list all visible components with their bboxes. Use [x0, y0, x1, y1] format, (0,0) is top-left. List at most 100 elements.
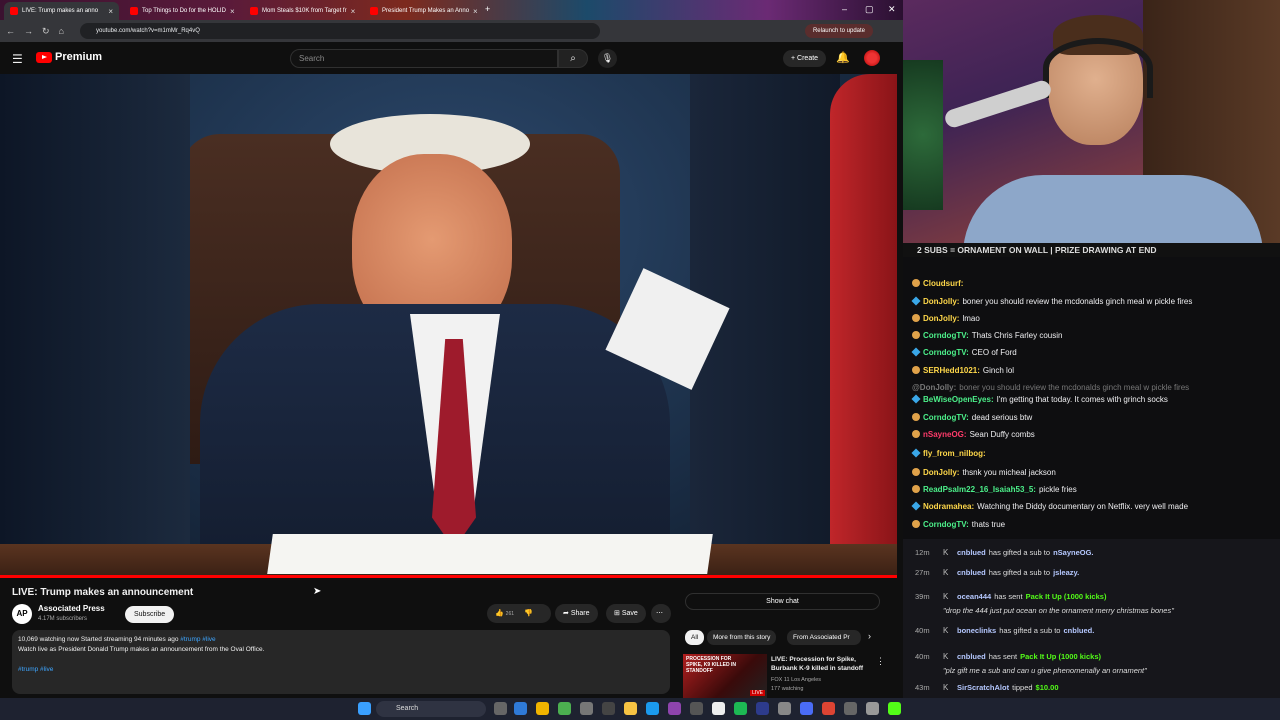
url-field[interactable]: youtube.com/watch?v=m1mMr_Rq4vQ [80, 23, 600, 39]
chip-next-icon[interactable]: › [868, 631, 871, 641]
chat-username[interactable]: ReadPsalm22_16_Isaiah53_5: [923, 485, 1036, 494]
app-icon-7[interactable] [712, 702, 725, 715]
chrome-icon[interactable] [536, 702, 549, 715]
back-icon[interactable]: ← [6, 26, 15, 36]
video-player[interactable] [0, 74, 897, 577]
close-tab-icon[interactable]: × [108, 7, 113, 16]
chip-from-associated-press[interactable]: From Associated Pr [787, 630, 861, 645]
share-label: Share [570, 610, 590, 617]
chat-username[interactable]: fly_from_nilbog: [923, 449, 986, 458]
share-button[interactable]: ➦ Share [555, 604, 598, 623]
chat-text: I'm getting that today. It comes with gr… [996, 395, 1168, 404]
recommendation-more-icon[interactable]: ⋮ [876, 656, 885, 667]
youtube-logo[interactable]: Premium [36, 51, 102, 63]
chat-username[interactable]: DonJolly: [923, 314, 959, 323]
event-username[interactable]: cnblued [957, 548, 986, 557]
video-progress-bar[interactable] [0, 575, 897, 578]
subscriber-count: 4.17M subscribers [38, 616, 88, 622]
video-description[interactable]: 10,069 watching now Started streaming 94… [12, 630, 670, 694]
description-tags[interactable]: #trump #live [18, 665, 664, 675]
event-username[interactable]: ocean444 [957, 592, 991, 601]
mouse-cursor-icon: ➤ [313, 586, 322, 597]
description-stats-tags[interactable]: #trump #live [180, 636, 215, 643]
event-username[interactable]: cnblued [957, 568, 986, 577]
chat-username[interactable]: CorndogTV: [923, 413, 969, 422]
chat-username[interactable]: SERHedd1021: [923, 366, 980, 375]
maximize-icon[interactable]: ▢ [865, 4, 874, 15]
dislike-icon[interactable]: 👎 [524, 610, 533, 617]
channel-name[interactable]: Associated Press [38, 604, 105, 613]
recommendation-channel[interactable]: FOX 11 Los Angeles [771, 677, 821, 683]
browser-tab-3[interactable]: Mom Steals $10K from Target fr × [244, 2, 359, 20]
app-icon-6[interactable] [690, 702, 703, 715]
microphone-icon[interactable]: 🎙 [598, 49, 617, 68]
subscribe-button[interactable]: Subscribe [125, 606, 175, 623]
spotify-icon[interactable] [734, 702, 747, 715]
event-username[interactable]: SirScratchAlot [957, 683, 1009, 692]
app-icon-4[interactable] [646, 702, 659, 715]
app-icon-8[interactable] [756, 702, 769, 715]
channel-avatar[interactable]: AP [12, 604, 32, 624]
file-explorer-icon[interactable] [624, 702, 637, 715]
chip-all[interactable]: All [685, 630, 705, 645]
start-icon[interactable] [358, 702, 371, 715]
app-icon-9[interactable] [778, 702, 791, 715]
forward-icon[interactable]: → [24, 26, 33, 36]
search-input[interactable]: Search [290, 49, 558, 68]
chat-username[interactable]: Cloudsurf: [923, 279, 963, 288]
chip-more-from-story[interactable]: More from this story [707, 630, 777, 645]
menu-icon[interactable]: ☰ [12, 52, 23, 66]
reload-icon[interactable]: ↻ [42, 26, 50, 37]
chat-username[interactable]: DonJolly: [923, 297, 959, 306]
app-icon-5[interactable] [668, 702, 681, 715]
recommendation-thumbnail[interactable]: PROCESSION FOR SPIKE, K9 KILLED IN STAND… [683, 654, 767, 698]
chat-username[interactable]: CorndogTV: [923, 348, 969, 357]
avatar[interactable] [864, 50, 880, 66]
app-icon-3[interactable] [602, 702, 615, 715]
chat-username[interactable]: DonJolly: [923, 468, 959, 477]
event-action: tipped [1012, 683, 1033, 692]
new-tab-icon[interactable]: + [485, 4, 490, 14]
app-icon-10[interactable] [800, 702, 813, 715]
chat-username[interactable]: nSayneOG: [923, 430, 967, 439]
kick-icon[interactable] [888, 702, 901, 715]
close-tab-icon[interactable]: × [351, 7, 356, 16]
show-chat-button[interactable]: Show chat [685, 593, 880, 610]
chat-text: Sean Duffy combs [969, 430, 1035, 439]
edge-icon[interactable] [514, 702, 527, 715]
task-view-icon[interactable] [494, 702, 507, 715]
more-actions-icon[interactable]: ⋯ [651, 604, 671, 623]
chat-username[interactable]: CorndogTV: [923, 520, 969, 529]
chat-username[interactable]: CorndogTV: [923, 331, 969, 340]
browser-tab-4[interactable]: President Trump Makes an Anno × [364, 2, 479, 20]
close-tab-icon[interactable]: × [230, 7, 235, 16]
chat-message: DonJolly: thsnk you micheal jackson [912, 468, 1056, 477]
recommendation-title[interactable]: LIVE: Procession for Spike, Burbank K-9 … [771, 655, 871, 673]
event-username[interactable]: cnblued [957, 652, 986, 661]
app-icon-1[interactable] [558, 702, 571, 715]
close-tab-icon[interactable]: × [473, 7, 478, 16]
create-button[interactable]: + Create [783, 50, 827, 67]
app-icon-12[interactable] [844, 702, 857, 715]
chat-username[interactable]: @DonJolly: [912, 383, 956, 392]
app-icon-2[interactable] [580, 702, 593, 715]
notifications-bell-icon[interactable]: 🔔 [836, 51, 850, 64]
close-window-icon[interactable]: ✕ [888, 4, 896, 15]
app-icon-13[interactable] [866, 702, 879, 715]
event-time: 43m [915, 683, 930, 692]
relaunch-button[interactable]: Relaunch to update [804, 24, 873, 38]
taskbar-search[interactable]: Search [376, 701, 486, 717]
chat-username[interactable]: BeWiseOpenEyes: [923, 395, 994, 404]
browser-tab-2[interactable]: Top Things to Do for the HOLID × [124, 2, 239, 20]
home-icon[interactable]: ⌂ [59, 26, 64, 36]
like-icon[interactable]: 👍 [495, 610, 504, 617]
browser-tab-1[interactable]: LIVE: Trump makes an anno × [4, 2, 119, 20]
webcam-feed [903, 0, 1280, 250]
save-button[interactable]: ⊞ Save [606, 604, 646, 623]
event-target: nSayneOG. [1053, 548, 1094, 557]
event-username[interactable]: boneclinks [957, 626, 996, 635]
chat-username[interactable]: Nodramahea: [923, 502, 974, 511]
app-icon-11[interactable] [822, 702, 835, 715]
search-icon[interactable]: ⌕ [558, 49, 588, 68]
minimize-icon[interactable]: – [842, 4, 847, 14]
